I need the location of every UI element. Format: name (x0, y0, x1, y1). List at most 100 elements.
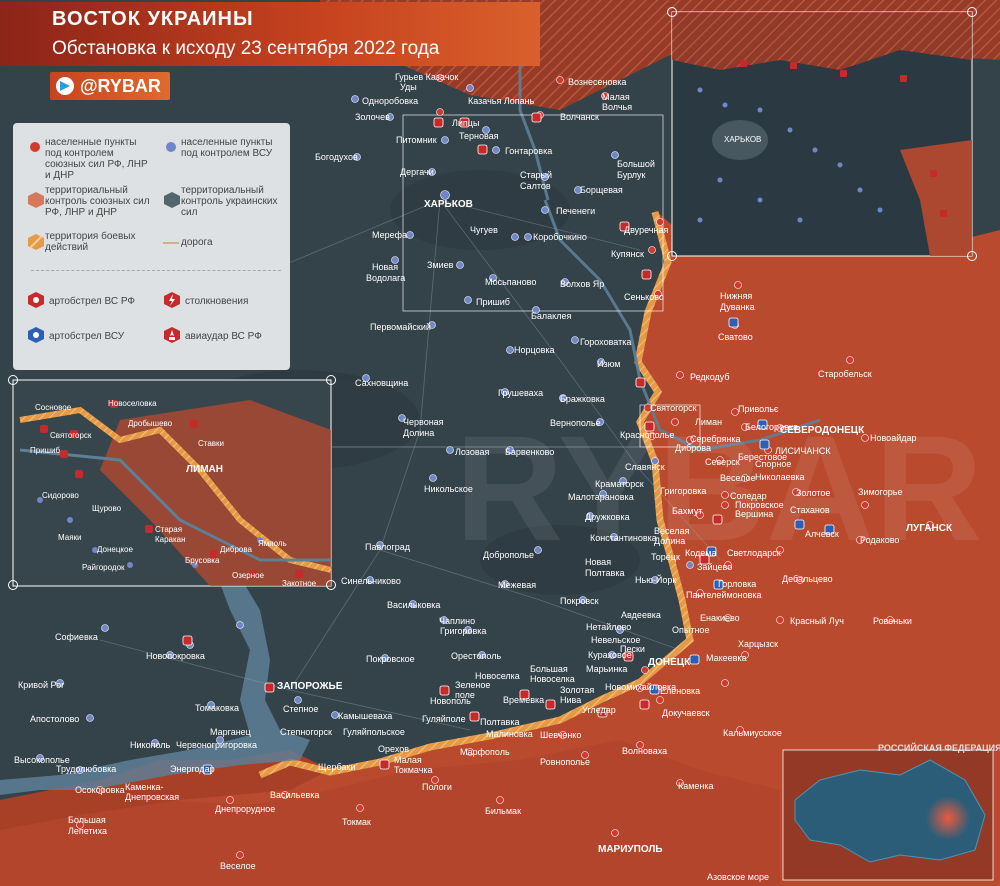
svg-text:Азовское море: Азовское море (707, 872, 769, 882)
brand-badge[interactable]: @RYBAR (50, 72, 170, 100)
svg-text:ЗАПОРОЖЬЕ: ЗАПОРОЖЬЕ (277, 681, 343, 692)
svg-text:ХАРЬКОВ: ХАРЬКОВ (424, 199, 473, 210)
svg-text:Павлоград: Павлоград (365, 542, 411, 552)
svg-text:Дебальцево: Дебальцево (782, 574, 833, 584)
svg-text:Кальмиусское: Кальмиусское (723, 728, 782, 738)
svg-text:Чаплино: Чаплино (439, 616, 475, 626)
svg-text:Каменка-: Каменка- (125, 782, 164, 792)
svg-text:Долина: Долина (654, 536, 685, 546)
svg-text:Лепетиха: Лепетиха (68, 826, 107, 836)
svg-text:Николаевка: Николаевка (755, 472, 805, 482)
svg-text:Родаково: Родаково (860, 535, 899, 545)
svg-text:Новоселка: Новоселка (530, 674, 575, 684)
svg-text:Софиевка: Софиевка (55, 632, 98, 642)
svg-text:Каракан: Каракан (155, 535, 186, 544)
svg-text:Орестополь: Орестополь (451, 651, 501, 661)
inset-corner (667, 7, 677, 17)
svg-text:Богодухов: Богодухов (315, 152, 358, 162)
svg-text:Питомник: Питомник (396, 135, 437, 145)
svg-text:Святогорск: Святогорск (650, 403, 697, 413)
svg-text:Сидорово: Сидорово (42, 491, 79, 500)
svg-text:Марганец: Марганец (210, 727, 251, 737)
svg-text:Салтов: Салтов (520, 181, 551, 191)
svg-text:Сватово: Сватово (718, 332, 753, 342)
svg-text:Токмак: Токмак (342, 817, 371, 827)
svg-text:Волчья: Волчья (602, 102, 632, 112)
svg-text:Гуляйпольское: Гуляйпольское (343, 727, 405, 737)
svg-text:Времевка: Времевка (503, 695, 544, 705)
inset-corner (8, 375, 18, 385)
svg-text:Днепровская: Днепровская (125, 792, 179, 802)
svg-text:Камышеваха: Камышеваха (338, 711, 392, 721)
clash-icon (164, 292, 180, 308)
svg-text:Григоровка: Григоровка (660, 486, 706, 496)
svg-text:Барвенково: Барвенково (505, 447, 554, 457)
svg-text:Мосьпаново: Мосьпаново (485, 277, 536, 287)
svg-text:Нижняя: Нижняя (720, 291, 752, 301)
page-subtitle: Обстановка к исходу 23 сентября 2022 год… (52, 38, 440, 59)
svg-text:Закотное: Закотное (282, 579, 317, 588)
svg-text:Ровнополье: Ровнополье (540, 757, 590, 767)
ua-artillery-icon (28, 327, 44, 343)
svg-text:Диброва: Диброва (220, 545, 253, 554)
svg-text:Ровеньки: Ровеньки (873, 616, 912, 626)
svg-text:Большая: Большая (68, 815, 106, 825)
svg-text:Новая: Новая (372, 262, 398, 272)
svg-text:Липцы: Липцы (452, 118, 479, 128)
legend-airstrike: авиаудар ВС РФ (185, 331, 262, 342)
svg-text:Кривой Рог: Кривой Рог (18, 680, 65, 690)
svg-text:Норцовка: Норцовка (514, 345, 555, 355)
svg-text:Веселое: Веселое (220, 861, 256, 871)
svg-text:Золочев: Золочев (355, 112, 390, 122)
svg-text:Дуванка: Дуванка (720, 302, 755, 312)
svg-text:Бахмут: Бахмут (672, 506, 702, 516)
svg-text:Долина: Долина (403, 428, 434, 438)
svg-text:Харцызск: Харцызск (738, 639, 778, 649)
svg-text:Змиев: Змиев (427, 260, 454, 270)
svg-text:Энергодар: Энергодар (170, 764, 215, 774)
legend-divider (31, 270, 281, 272)
road-icon (163, 242, 179, 244)
inset-corner (967, 251, 977, 261)
svg-text:ДОНЕЦК: ДОНЕЦК (648, 657, 691, 668)
svg-text:Сахновщина: Сахновщина (355, 378, 408, 388)
svg-text:Серебрянка: Серебрянка (690, 434, 740, 444)
svg-text:Славянск: Славянск (625, 462, 665, 472)
svg-text:Никополь: Никополь (130, 740, 171, 750)
svg-text:Вершина: Вершина (735, 509, 773, 519)
svg-text:Щурово: Щурово (92, 504, 122, 513)
svg-text:Межевая: Межевая (498, 580, 536, 590)
svg-text:Соледар: Соледар (730, 491, 767, 501)
header-banner: ВОСТОК УКРАИНЫ Обстановка к исходу 23 се… (0, 2, 540, 66)
svg-text:Коробочкино: Коробочкино (533, 232, 587, 242)
telegram-icon (56, 77, 74, 95)
svg-text:Угледар: Угледар (582, 705, 616, 715)
svg-text:Новоайдар: Новоайдар (870, 433, 917, 443)
svg-text:Уды: Уды (400, 82, 417, 92)
svg-text:Северск: Северск (705, 457, 740, 467)
svg-text:Зеленое: Зеленое (455, 680, 490, 690)
svg-text:ЛИСИЧАНСК: ЛИСИЧАНСК (775, 446, 831, 456)
svg-text:Диброва: Диброва (675, 443, 711, 453)
svg-text:Казачья Лопань: Казачья Лопань (468, 96, 535, 106)
svg-text:Покровское: Покровское (735, 500, 784, 510)
svg-text:Светлодарск: Светлодарск (727, 548, 781, 558)
svg-text:Марфополь: Марфополь (460, 747, 510, 757)
svg-text:Привольє: Привольє (738, 404, 779, 414)
svg-text:Двуречная: Двуречная (624, 225, 668, 235)
svg-text:Полтавка: Полтавка (585, 568, 624, 578)
svg-text:Гороховатка: Гороховатка (580, 337, 631, 347)
svg-text:Вознесеновка: Вознесеновка (568, 77, 626, 87)
legend-combat-zone: территория боевых действий (45, 231, 136, 253)
svg-text:Старая: Старая (155, 525, 182, 534)
svg-text:Докучаевск: Докучаевск (662, 708, 710, 718)
svg-text:Святогорск: Святогорск (50, 431, 92, 440)
svg-text:Краснополье: Краснополье (620, 430, 674, 440)
svg-text:Пришиб: Пришиб (30, 446, 61, 455)
svg-text:Дергачи: Дергачи (400, 167, 434, 177)
svg-text:Пологи: Пологи (422, 782, 452, 792)
svg-text:Ямполь: Ямполь (258, 539, 287, 548)
svg-text:Большой: Большой (617, 159, 655, 169)
svg-text:Новопокровка: Новопокровка (146, 651, 205, 661)
svg-text:Малая: Малая (394, 755, 422, 765)
